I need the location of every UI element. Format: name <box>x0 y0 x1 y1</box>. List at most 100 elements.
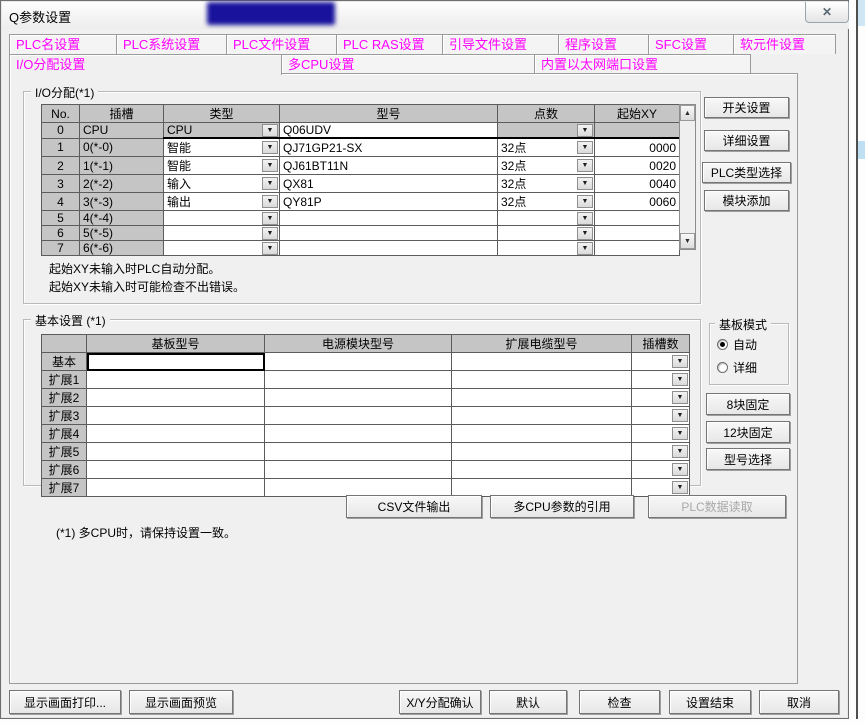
slot-count-combobox[interactable]: ▼ <box>632 353 690 371</box>
radio-auto[interactable]: 自动 <box>717 336 757 353</box>
start-xy-cell[interactable]: 0040 <box>595 175 680 193</box>
csv-export-button[interactable]: CSV文件输出 <box>346 495 482 518</box>
start-xy-cell[interactable]: 0000 <box>595 138 680 157</box>
dropdown-arrow-icon[interactable]: ▼ <box>262 124 278 137</box>
slot-count-combobox[interactable]: ▼ <box>632 371 690 389</box>
multi-cpu-import-button[interactable]: 多CPU参数的引用 <box>490 495 634 518</box>
cancel-button[interactable]: 取消 <box>759 690 839 714</box>
tab-boot-file[interactable]: 引导文件设置 <box>442 34 559 54</box>
start-xy-cell[interactable] <box>595 226 680 241</box>
power-model-cell[interactable] <box>265 461 452 479</box>
base-model-cell[interactable] <box>87 353 265 371</box>
power-model-cell[interactable] <box>265 425 452 443</box>
check-button[interactable]: 检查 <box>579 690 660 714</box>
type-combobox[interactable]: 输出▼ <box>164 193 280 211</box>
dropdown-arrow-icon[interactable]: ▼ <box>262 141 278 154</box>
dropdown-arrow-icon[interactable]: ▼ <box>262 212 278 225</box>
start-xy-cell[interactable]: 0060 <box>595 193 680 211</box>
slot-count-combobox[interactable]: ▼ <box>632 425 690 443</box>
base-model-cell[interactable] <box>87 389 265 407</box>
dropdown-arrow-icon[interactable]: ▼ <box>672 463 688 476</box>
model-cell[interactable] <box>280 211 498 226</box>
dropdown-arrow-icon[interactable]: ▼ <box>577 177 593 190</box>
power-model-cell[interactable] <box>265 407 452 425</box>
cable-model-cell[interactable] <box>452 425 632 443</box>
slot-count-combobox[interactable]: ▼ <box>632 443 690 461</box>
type-combobox[interactable]: 智能▼ <box>164 157 280 175</box>
dropdown-arrow-icon[interactable]: ▼ <box>577 159 593 172</box>
tab-device[interactable]: 软元件设置 <box>733 34 836 54</box>
model-select-button[interactable]: 型号选择 <box>706 448 790 470</box>
base-model-cell[interactable] <box>87 371 265 389</box>
dropdown-arrow-icon[interactable]: ▼ <box>577 141 593 154</box>
tab-ethernet-port[interactable]: 内置以太网端口设置 <box>534 54 751 74</box>
cable-model-cell[interactable] <box>452 407 632 425</box>
points-combobox[interactable]: 32点▼ <box>498 175 595 193</box>
switch-settings-button[interactable]: 开关设置 <box>704 97 789 118</box>
power-model-cell[interactable] <box>265 389 452 407</box>
cable-model-cell[interactable] <box>452 389 632 407</box>
type-combobox[interactable]: ▼ <box>164 226 280 241</box>
slot-count-combobox[interactable]: ▼ <box>632 479 690 497</box>
radio-detail[interactable]: 详细 <box>717 359 757 376</box>
xy-assignment-confirm-button[interactable]: X/Y分配确认 <box>399 690 481 714</box>
tab-sfc[interactable]: SFC设置 <box>648 34 734 54</box>
scroll-down-icon[interactable]: ▼ <box>680 233 695 249</box>
model-cell[interactable] <box>280 226 498 241</box>
slot-count-combobox[interactable]: ▼ <box>632 407 690 425</box>
model-cell[interactable]: QJ71GP21-SX <box>280 138 498 157</box>
tab-plc-ras[interactable]: PLC RAS设置 <box>336 34 443 54</box>
cable-model-cell[interactable] <box>452 461 632 479</box>
dropdown-arrow-icon[interactable]: ▼ <box>672 427 688 440</box>
default-button[interactable]: 默认 <box>489 690 567 714</box>
dropdown-arrow-icon[interactable]: ▼ <box>262 242 278 255</box>
start-xy-cell[interactable] <box>595 211 680 226</box>
detailed-settings-button[interactable]: 详细设置 <box>704 130 789 151</box>
dropdown-arrow-icon[interactable]: ▼ <box>262 195 278 208</box>
points-combobox[interactable]: ▼ <box>498 123 595 139</box>
cable-model-cell[interactable] <box>452 479 632 497</box>
start-xy-cell[interactable] <box>595 123 680 139</box>
start-xy-cell[interactable] <box>595 241 680 256</box>
power-model-cell[interactable] <box>265 371 452 389</box>
plc-type-select-button[interactable]: PLC类型选择 <box>702 162 791 183</box>
model-cell[interactable]: QY81P <box>280 193 498 211</box>
type-combobox[interactable]: ▼ <box>164 241 280 256</box>
dropdown-arrow-icon[interactable]: ▼ <box>577 242 593 255</box>
start-xy-cell[interactable]: 0020 <box>595 157 680 175</box>
tab-plc-system[interactable]: PLC系统设置 <box>116 34 227 54</box>
dropdown-arrow-icon[interactable]: ▼ <box>672 391 688 404</box>
type-combobox[interactable]: ▼ <box>164 211 280 226</box>
tab-plc-name[interactable]: PLC名设置 <box>9 34 117 54</box>
slot-count-combobox[interactable]: ▼ <box>632 389 690 407</box>
model-cell[interactable]: QJ61BT11N <box>280 157 498 175</box>
points-combobox[interactable]: 32点▼ <box>498 193 595 211</box>
finish-setting-button[interactable]: 设置结束 <box>669 690 751 714</box>
type-combobox[interactable]: 智能▼ <box>164 138 280 157</box>
points-combobox[interactable]: ▼ <box>498 241 595 256</box>
slot-count-combobox[interactable]: ▼ <box>632 461 690 479</box>
dropdown-arrow-icon[interactable]: ▼ <box>262 177 278 190</box>
dropdown-arrow-icon[interactable]: ▼ <box>577 227 593 240</box>
dropdown-arrow-icon[interactable]: ▼ <box>672 445 688 458</box>
tab-multi-cpu[interactable]: 多CPU设置 <box>281 54 535 74</box>
dropdown-arrow-icon[interactable]: ▼ <box>672 481 688 494</box>
points-combobox[interactable]: 32点▼ <box>498 138 595 157</box>
preview-screen-button[interactable]: 显示画面预览 <box>129 690 233 714</box>
dropdown-arrow-icon[interactable]: ▼ <box>262 227 278 240</box>
dropdown-arrow-icon[interactable]: ▼ <box>262 159 278 172</box>
type-combobox[interactable]: CPU▼ <box>164 123 280 139</box>
base-model-cell[interactable] <box>87 425 265 443</box>
power-model-cell[interactable] <box>265 353 452 371</box>
points-combobox[interactable]: 32点▼ <box>498 157 595 175</box>
base-model-cell[interactable] <box>87 479 265 497</box>
fix-12-slots-button[interactable]: 12块固定 <box>706 421 790 443</box>
dropdown-arrow-icon[interactable]: ▼ <box>672 355 688 368</box>
model-cell[interactable]: Q06UDV <box>280 123 498 139</box>
dropdown-arrow-icon[interactable]: ▼ <box>577 195 593 208</box>
tab-plc-file[interactable]: PLC文件设置 <box>226 34 337 54</box>
dropdown-arrow-icon[interactable]: ▼ <box>577 212 593 225</box>
model-cell[interactable]: QX81 <box>280 175 498 193</box>
power-model-cell[interactable] <box>265 443 452 461</box>
base-model-cell[interactable] <box>87 461 265 479</box>
